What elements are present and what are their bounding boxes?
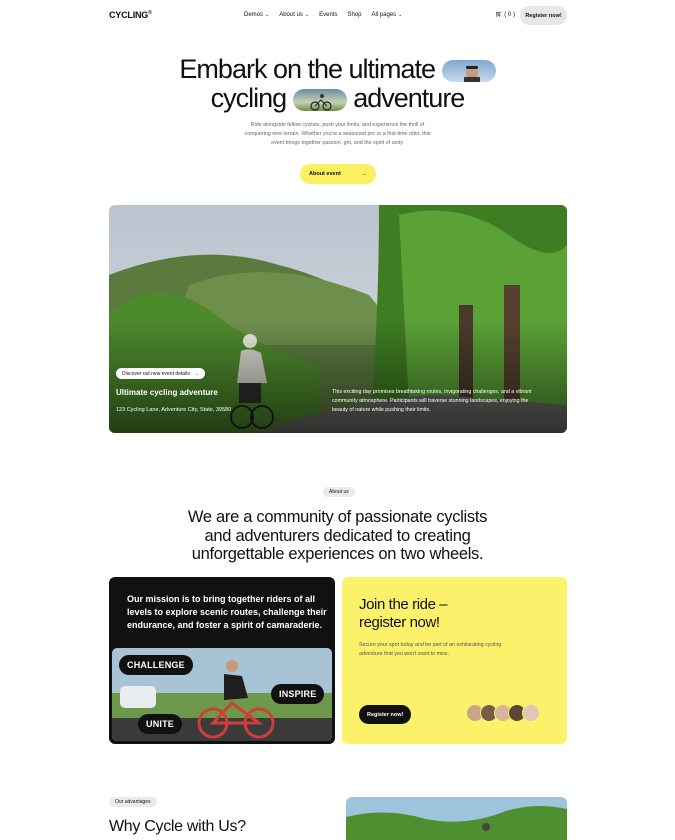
arrow-right-icon: →	[193, 370, 199, 377]
cyclist-pill-image	[292, 88, 347, 111]
cart-button[interactable]: 🛒︎ ( 0 )	[495, 11, 515, 18]
chevron-down-icon: ⌄	[398, 12, 403, 18]
inspire-badge: INSPIRE	[271, 684, 325, 704]
mission-text: Our mission is to bring together riders …	[127, 594, 327, 630]
avatar	[522, 704, 540, 722]
event-title: Ultimate cycling adventure	[116, 388, 218, 397]
join-subtitle: Secure your spot today and be part of an…	[359, 642, 502, 657]
hero-lead: Ride alongside fellow cyclists, push you…	[244, 122, 431, 146]
join-register-button[interactable]: Register now!	[359, 705, 412, 724]
hero-title-line-2: cycling adventure	[210, 83, 466, 113]
challenge-badge: CHALLENGE	[119, 655, 193, 675]
nav-item-shop[interactable]: Shop	[347, 12, 361, 18]
rider-portrait-pill	[441, 59, 496, 82]
join-title: Join the ride – register now!	[359, 596, 448, 631]
nav-item-demos[interactable]: Demos ⌄	[244, 12, 269, 18]
advantages-heading: Why Cycle with Us?	[109, 818, 246, 835]
about-event-button[interactable]: About event →	[300, 164, 376, 184]
nav-item-events[interactable]: Events	[319, 12, 337, 18]
arrow-right-icon: →	[361, 171, 368, 177]
mission-card: Our mission is to bring together riders …	[109, 577, 335, 744]
chevron-down-icon: ⌄	[265, 12, 270, 18]
nav-item-about-us[interactable]: About us ⌄	[279, 12, 309, 18]
discover-event-details-button[interactable]: Discover out new event details →	[116, 368, 205, 379]
about-us-tag: About us	[323, 487, 355, 497]
unite-badge: UNITE	[138, 714, 182, 734]
about-heading: We are a community of passionate cyclist…	[187, 508, 488, 563]
nav-item-all-pages[interactable]: All pages ⌄	[371, 12, 402, 18]
join-card: Join the ride – register now! Secure you…	[342, 577, 567, 744]
top-nav: CYCLING® Demos ⌄ About us ⌄ Events Shop Al…	[0, 0, 675, 32]
event-description: This exciting day promises breathtaking …	[332, 389, 532, 413]
advantages-image	[346, 797, 567, 840]
cart-count: ( 0 )	[504, 12, 515, 18]
cart-icon: 🛒︎	[495, 12, 503, 18]
participant-avatars	[466, 704, 540, 722]
hero-title-line-1: Embark on the ultimate	[0, 55, 675, 84]
event-address: 123 Cycling Lane, Adventure City, State,…	[116, 407, 232, 413]
logo[interactable]: CYCLING®	[109, 10, 152, 20]
our-advantages-tag: Our advantages	[109, 797, 157, 807]
chevron-down-icon: ⌄	[304, 12, 310, 18]
register-button[interactable]: Register now!	[520, 6, 567, 25]
main-menu: Demos ⌄ About us ⌄ Events Shop All pages ⌄	[244, 12, 402, 18]
